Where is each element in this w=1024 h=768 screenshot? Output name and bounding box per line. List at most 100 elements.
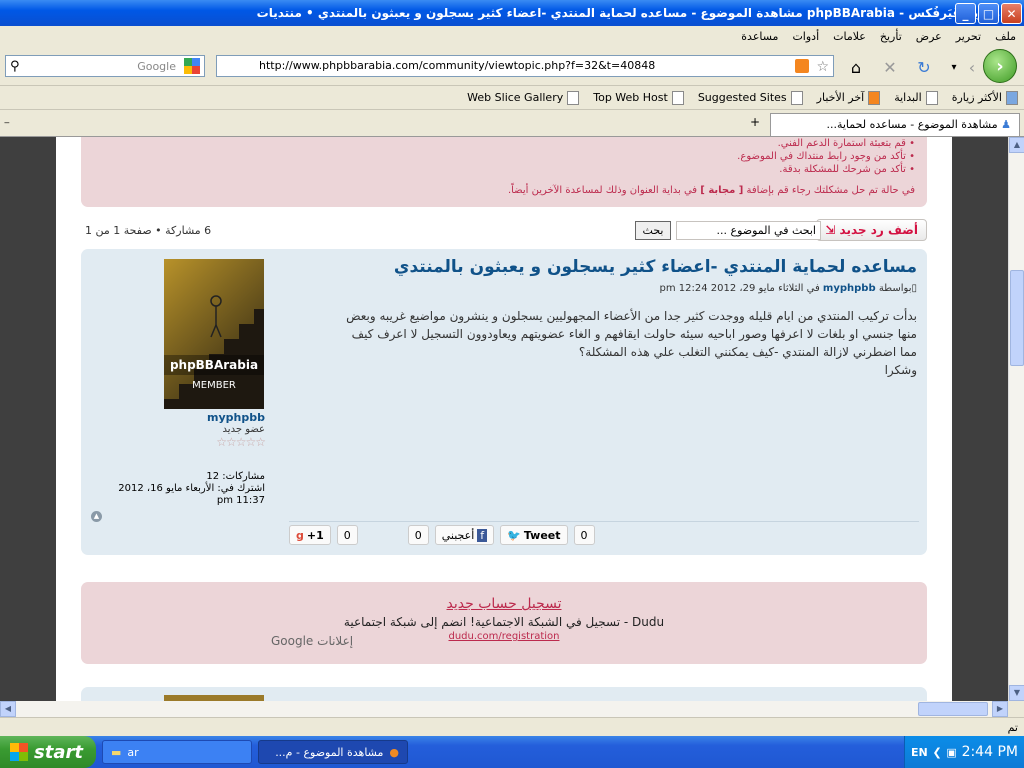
bookmark-star-icon[interactable]: ☆ <box>816 57 829 77</box>
page-icon <box>567 90 580 105</box>
profile-username[interactable]: myphpbb <box>99 411 265 424</box>
tray-arrow-icon[interactable]: ❮ <box>932 746 941 759</box>
rss-icon[interactable] <box>795 59 809 73</box>
reply-icon: ⇲ <box>825 223 836 237</box>
history-dropdown-icon[interactable]: ▾ <box>944 58 964 76</box>
url-bar[interactable]: http://www.phpbbarabia.com/community/vie… <box>216 55 834 77</box>
search-button[interactable]: بحث <box>635 221 671 240</box>
network-icon[interactable]: ▣ <box>946 746 956 759</box>
bookmark-latest-news[interactable]: آخر الأخبار <box>817 90 881 105</box>
gplus-button[interactable]: g +1 <box>289 525 331 545</box>
back-to-top-icon[interactable]: ▲ <box>91 511 102 522</box>
rank-stars-icon: ☆☆☆☆☆ <box>216 435 266 449</box>
search-input[interactable]: Google <box>137 60 176 73</box>
bookmarks-toolbar: الأكثر زيارة البداية آخر الأخبار Suggest… <box>0 86 1024 110</box>
minimize-button[interactable]: _ <box>955 3 976 24</box>
menu-bar: ملف تحرير عرض تأريخ علامات أدوات مساعدة <box>0 26 1024 46</box>
topic-search-input[interactable]: ابحث في الموضوع ... <box>676 221 821 240</box>
status-bar: تم <box>0 717 1024 736</box>
scroll-up-icon[interactable]: ▲ <box>1009 137 1024 153</box>
post-divider <box>289 521 919 522</box>
bookmark-most-visited[interactable]: الأكثر زيارة <box>952 90 1018 105</box>
page-icon <box>925 90 938 105</box>
notice-footer: في حالة تم حل مشكلتك رجاء قم بإضافة [ مج… <box>507 185 915 196</box>
horizontal-scrollbar[interactable]: ◀ ▶ <box>0 701 1008 717</box>
post-body: بدأت تركيب المنتدي من ايام قليله ووجدت ك… <box>346 309 917 377</box>
tweet-count: 0 <box>573 525 595 545</box>
fb-count: 0 <box>407 525 429 545</box>
avatar-brand: phpBBArabia <box>164 355 264 375</box>
page-margin-left <box>0 137 56 701</box>
menu-history[interactable]: تأريخ <box>880 30 902 43</box>
page-viewport: قم بتعبئة استمارة الدعم الفني. تأكد من و… <box>0 137 1008 701</box>
menu-view[interactable]: عرض <box>916 30 942 43</box>
notice-item: تأكد من وجود رابط منتداك في الموضوع. <box>93 150 915 163</box>
ad-url[interactable]: dudu.com/registration <box>81 631 927 642</box>
start-button[interactable]: start <box>0 736 96 768</box>
post-title[interactable]: مساعده لحماية المنتدي -اعضاء كثير يسجلون… <box>394 257 917 277</box>
scroll-thumb[interactable] <box>1010 270 1024 366</box>
home-icon[interactable]: ⌂ <box>846 58 866 77</box>
post-profile: myphpbb عضو جديد ☆☆☆☆☆ مشاركات: 12 اشترك… <box>99 411 266 507</box>
new-reply-button[interactable]: أضف رد جديد ⇲ <box>816 219 927 241</box>
folder-icon: ▬ <box>111 745 122 759</box>
folder-icon <box>1006 90 1018 105</box>
post-author[interactable]: myphpbb <box>823 283 876 294</box>
taskbar-item-folder[interactable]: ▬ ar <box>102 740 252 764</box>
scroll-right-icon[interactable]: ▶ <box>992 701 1008 717</box>
post-icon[interactable]: ▯ <box>911 283 917 294</box>
window-title: موزيلا فَيَرفُكس - phpBBArabia مشاهدة ال… <box>256 6 1000 20</box>
menu-edit[interactable]: تحرير <box>956 30 981 43</box>
menu-help[interactable]: مساعدة <box>741 30 778 43</box>
facebook-like-button[interactable]: أعجبني f <box>434 525 495 545</box>
vertical-scrollbar[interactable]: ▲ ▼ <box>1008 137 1024 701</box>
menu-tools[interactable]: أدوات <box>792 30 819 43</box>
url-text[interactable]: http://www.phpbbarabia.com/community/vie… <box>259 59 655 72</box>
profile-rank: عضو جديد <box>222 424 265 435</box>
social-buttons: g +1 0 0 أعجبني f 🐦 Tweet 0 <box>289 525 595 545</box>
search-box[interactable]: ⚲ Google <box>5 55 205 77</box>
scroll-left-icon[interactable]: ◀ <box>0 701 16 717</box>
post-meta: ▯بواسطة myphpbb في الثلاثاء مايو 29، 201… <box>659 283 917 294</box>
new-tab-icon[interactable]: + <box>750 115 760 129</box>
forward-icon[interactable]: ‹ <box>962 58 982 77</box>
rss-feed-icon <box>868 90 881 105</box>
bookmark-suggested-sites[interactable]: Suggested Sites <box>698 90 803 105</box>
google-ads-label[interactable]: Google إعلانات <box>271 634 353 648</box>
avatar: phpBBArabia MEMBER <box>164 259 264 409</box>
tab-list-icon[interactable]: ‒ <box>4 118 10 128</box>
stop-icon[interactable]: ✕ <box>880 58 900 77</box>
taskbar-item-firefox[interactable]: ● مشاهدة الموضوع - م... <box>258 740 408 764</box>
profile-stats: مشاركات: 12 اشترك في: الأربعاء مايو 16، … <box>99 471 265 507</box>
notice-item: قم بتعبئة استمارة الدعم الفني. <box>93 137 915 150</box>
scroll-down-icon[interactable]: ▼ <box>1009 685 1024 701</box>
clock[interactable]: 2:44 PM <box>962 744 1018 760</box>
tab-bar: ‒ + ♟ مشاهدة الموضوع - مساعده لحماية... <box>0 110 1024 137</box>
tab-current[interactable]: ♟ مشاهدة الموضوع - مساعده لحماية... <box>770 113 1020 136</box>
navigation-toolbar: ⚲ Google http://www.phpbbarabia.com/comm… <box>0 46 1024 86</box>
menu-file[interactable]: ملف <box>995 30 1016 43</box>
scroll-thumb[interactable] <box>918 702 988 716</box>
notice-item: تأكد من شرحك للمشكلة بدقة. <box>93 163 915 176</box>
maximize-button[interactable]: □ <box>978 3 999 24</box>
close-button[interactable]: ✕ <box>1001 3 1022 24</box>
bookmark-top-web-host[interactable]: Top Web Host <box>593 90 684 105</box>
ad-title[interactable]: تسجيل حساب جديد <box>81 596 927 612</box>
menu-bookmarks[interactable]: علامات <box>833 30 866 43</box>
firefox-icon: ● <box>389 745 399 759</box>
google-ad: تسجيل حساب جديد تسجيل في الشبكة الاجتماع… <box>81 582 927 664</box>
reload-icon[interactable]: ↻ <box>914 58 934 77</box>
back-button[interactable]: › <box>983 49 1017 83</box>
language-indicator[interactable]: EN <box>911 746 928 759</box>
profile-posts: مشاركات: 12 <box>206 471 265 482</box>
avatar-rank: MEMBER <box>192 380 236 391</box>
google-icon[interactable] <box>184 58 200 74</box>
window-controls: _ □ ✕ <box>955 3 1022 24</box>
tab-label: مشاهدة الموضوع - مساعده لحماية... <box>826 118 998 131</box>
bookmark-getting-started[interactable]: البداية <box>894 90 938 105</box>
page-icon <box>790 90 803 105</box>
post-date: في الثلاثاء مايو 29، 2012 12:24 pm <box>659 283 820 294</box>
tweet-button[interactable]: 🐦 Tweet <box>500 525 568 545</box>
gplus-count: 0 <box>336 525 358 545</box>
bookmark-web-slice-gallery[interactable]: Web Slice Gallery <box>467 90 580 105</box>
